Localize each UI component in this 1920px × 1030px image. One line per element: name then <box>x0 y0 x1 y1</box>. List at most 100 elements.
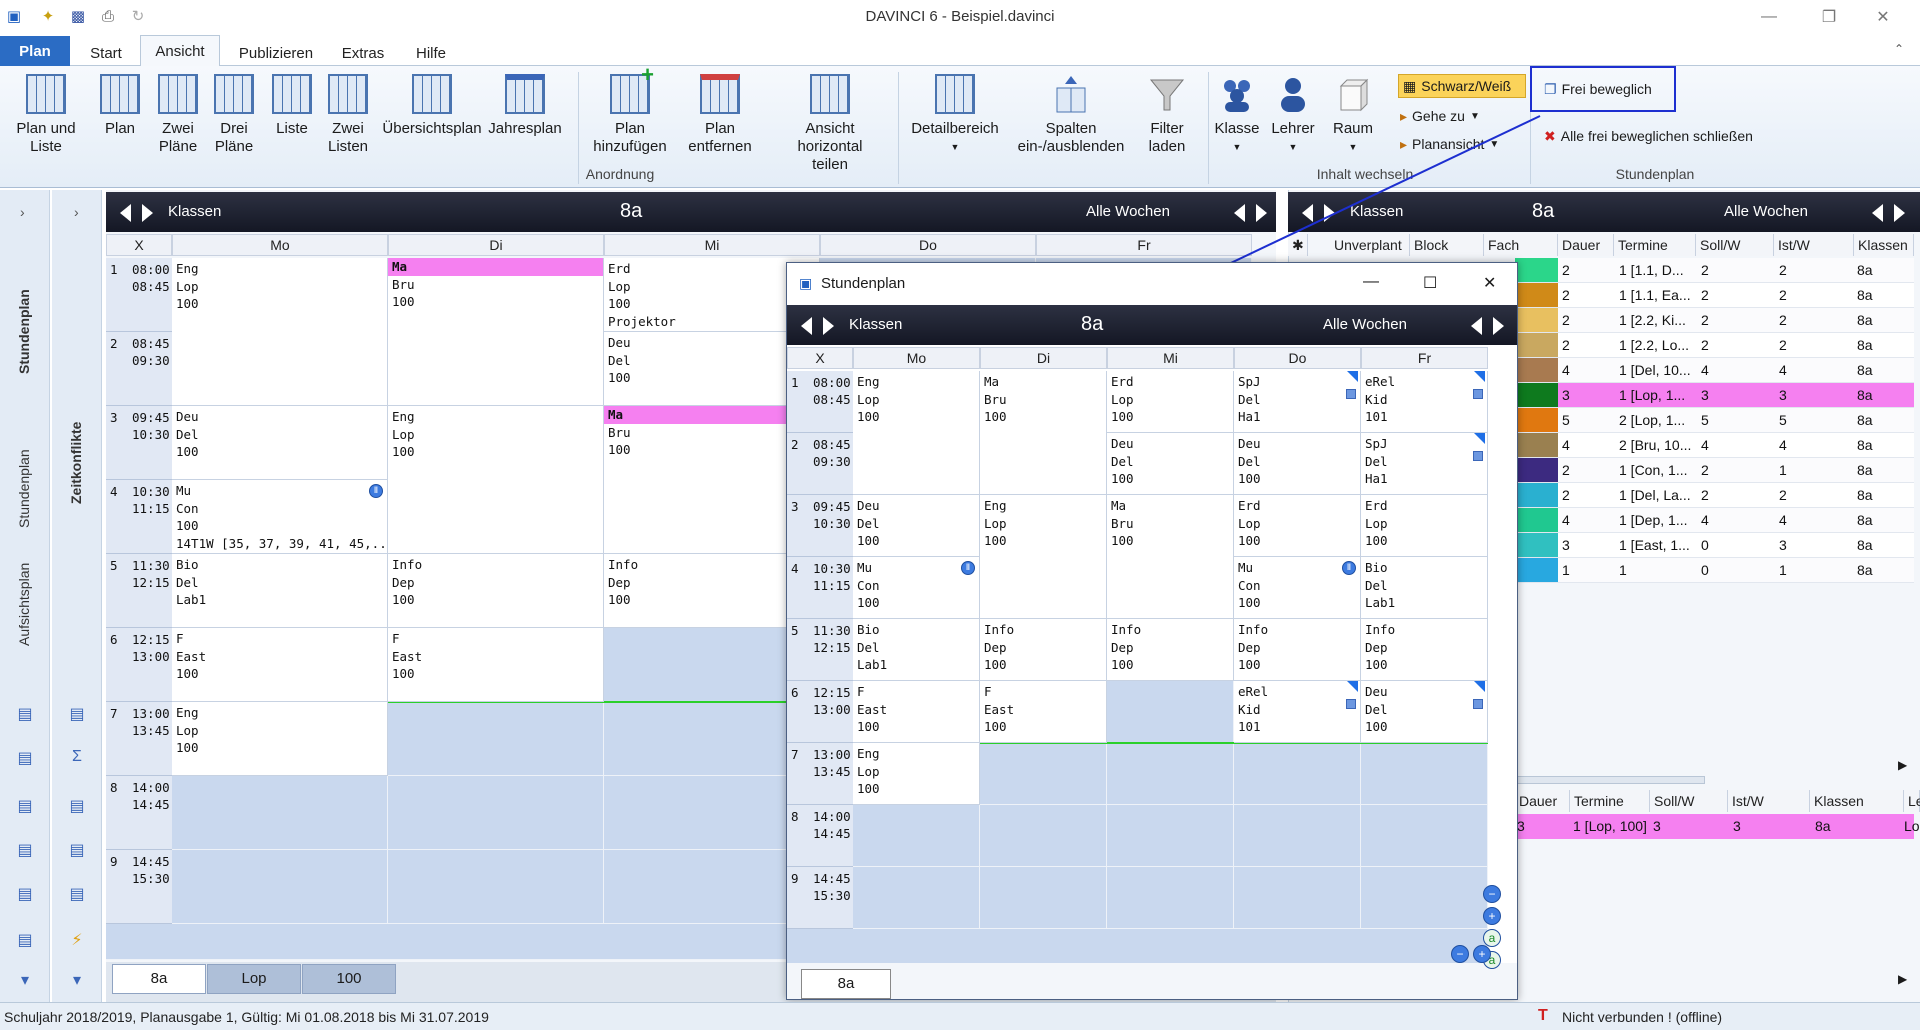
main-empty-cell[interactable] <box>388 702 604 776</box>
bottom-col-header[interactable]: Dauer <box>1515 790 1570 812</box>
table-row[interactable]: 2 1 [Del, La... 2 2 8a <box>1515 483 1914 508</box>
table-col-header[interactable]: Dauer <box>1558 234 1614 256</box>
main-empty-cell[interactable] <box>172 776 388 850</box>
main-empty-cell[interactable] <box>172 850 388 924</box>
float-empty-cell[interactable] <box>980 743 1107 805</box>
float-lesson-card[interactable]: Bio Del Lab1 <box>1361 557 1488 619</box>
info-badge-icon[interactable]: ǁ <box>961 561 975 575</box>
main-bottom-tab[interactable]: Lop <box>207 964 301 994</box>
table-row[interactable]: 3 1 [East, 1... 0 3 8a <box>1515 533 1914 558</box>
main-lesson-card[interactable]: Mu Con 100 14T1W [35, 37, 39, 41, 45,... ǁ <box>172 480 388 554</box>
float-bottom-tab[interactable]: 8a <box>801 969 891 999</box>
alle-frei-schliessen-button[interactable]: ✖ Alle frei beweglichen schließen <box>1544 124 1753 148</box>
close-button[interactable]: ✕ <box>1860 4 1906 30</box>
ribbon-button-6[interactable]: Übersichtsplan <box>382 74 482 138</box>
float-empty-cell[interactable] <box>1107 681 1234 743</box>
next-week-icon[interactable] <box>1894 204 1905 222</box>
float-lesson-card[interactable]: F East 100 <box>980 681 1107 743</box>
calendar-grid-icon[interactable]: ▤ <box>14 796 36 816</box>
float-lesson-card[interactable]: SpJ Del Ha1 <box>1234 371 1361 433</box>
lightning-icon[interactable]: ⚡ <box>66 930 88 950</box>
float-lesson-card[interactable]: SpJ Del Ha1 <box>1361 433 1488 495</box>
table-col-header[interactable]: Termine <box>1614 234 1696 256</box>
ribbon-button-2[interactable]: Zwei Pläne <box>156 74 200 156</box>
float-empty-cell[interactable] <box>853 805 980 867</box>
float-lesson-card[interactable]: Deu Del 100 <box>1234 433 1361 495</box>
float-weeks-label[interactable]: Alle Wochen <box>1323 316 1407 333</box>
schwarz-weiss-button[interactable]: ▦ Schwarz/Weiß <box>1398 74 1526 98</box>
main-lesson-card[interactable]: F East 100 <box>388 628 604 702</box>
zoom-in-icon[interactable]: + <box>1483 907 1501 925</box>
table-col-header[interactable]: Klassen <box>1854 234 1914 256</box>
info-badge-icon[interactable]: ǁ <box>369 484 383 498</box>
bottom-col-header[interactable]: Termine <box>1570 790 1650 812</box>
ribbon-button-10[interactable]: Ansicht horizontal teilen <box>778 74 882 174</box>
float-lesson-card[interactable]: Erd Lop 100 <box>1107 371 1234 433</box>
float-lesson-card[interactable]: Eng Lop 100 <box>980 495 1107 619</box>
float-empty-cell[interactable] <box>1361 743 1488 805</box>
ribbon-button-12[interactable]: Spalten ein-/ausblenden <box>1016 74 1126 156</box>
next-week-icon[interactable] <box>1493 317 1504 335</box>
ribbon-button-8[interactable]: + Plan hinzufügen <box>588 64 672 156</box>
float-close-button[interactable]: ✕ <box>1483 273 1496 293</box>
ribbon-button-4[interactable]: Liste <box>270 74 314 138</box>
ribbon-button-3[interactable]: Drei Pläne <box>212 74 256 156</box>
float-titlebar[interactable]: ▣ Stundenplan — ☐ ✕ <box>787 263 1517 305</box>
expand-arrow-icon[interactable]: › <box>20 204 25 220</box>
next-arrow-icon[interactable] <box>142 204 153 222</box>
table-row[interactable]: 1 1 0 1 8a <box>1515 558 1914 583</box>
prev-week-icon[interactable] <box>1471 317 1482 335</box>
float-lesson-card[interactable]: Deu Del 100 <box>853 495 980 557</box>
sidebar-stundenplan[interactable]: Stundenplan <box>16 289 32 374</box>
right-weeks-label[interactable]: Alle Wochen <box>1724 203 1808 220</box>
main-lesson-card[interactable]: F East 100 <box>172 628 388 702</box>
float-lesson-card[interactable]: eRel Kid 101 <box>1361 371 1488 433</box>
float-lesson-card[interactable]: Info Dep 100 <box>980 619 1107 681</box>
float-lesson-card[interactable]: Info Dep 100 <box>1361 619 1488 681</box>
zoom-out-icon[interactable]: − <box>1451 945 1469 963</box>
ribbon-button-1[interactable]: Plan <box>98 74 142 138</box>
bottom-col-header[interactable]: Le <box>1904 790 1920 812</box>
cube-icon[interactable]: ▤ <box>66 840 88 860</box>
main-bottom-tab[interactable]: 100 <box>302 964 396 994</box>
float-lesson-card[interactable]: Ma Bru 100 <box>980 371 1107 495</box>
main-lesson-card[interactable]: Eng Lop 100 <box>172 702 388 776</box>
sidebar-zeitkonflikte[interactable]: Zeitkonflikte <box>68 422 84 504</box>
bottom-col-header[interactable]: Ist/W <box>1728 790 1810 812</box>
tab-hilfe[interactable]: Hilfe <box>410 40 452 66</box>
bottom-col-header[interactable]: Klassen <box>1810 790 1904 812</box>
tab-extras[interactable]: Extras <box>340 40 386 66</box>
float-lesson-card[interactable]: Eng Lop 100 <box>853 371 980 495</box>
table-row[interactable]: 4 2 [Bru, 10... 4 4 8a <box>1515 433 1914 458</box>
main-bottom-tab[interactable]: 8a <box>112 964 206 994</box>
next-arrow-icon[interactable] <box>823 317 834 335</box>
main-empty-cell[interactable] <box>388 776 604 850</box>
float-lesson-card[interactable]: eRel Kid 101 <box>1234 681 1361 743</box>
table-row[interactable]: 2 1 [1.1, Ea... 2 2 8a <box>1515 283 1914 308</box>
float-empty-cell[interactable] <box>1234 743 1361 805</box>
float-lesson-card[interactable]: Erd Lop 100 <box>1361 495 1488 557</box>
table-col-header[interactable]: Ist/W <box>1774 234 1854 256</box>
table-col-header[interactable]: Soll/W <box>1696 234 1774 256</box>
main-lesson-card[interactable]: Bio Del Lab1 <box>172 554 388 628</box>
float-lesson-card[interactable]: Mu Con 100 ǁ <box>853 557 980 619</box>
calendar-week-icon[interactable]: ▤ <box>14 748 36 768</box>
float-lesson-card[interactable]: Erd Lop 100 <box>1234 495 1361 557</box>
more-icon[interactable]: ▾ <box>66 970 88 990</box>
float-lesson-card[interactable]: Info Dep 100 <box>1107 619 1234 681</box>
horizontal-scrollbar[interactable] <box>1515 776 1705 784</box>
tab-plan[interactable]: Plan <box>0 36 70 66</box>
zoom-in-icon[interactable]: + <box>1473 945 1491 963</box>
people-swap-icon[interactable]: ▤ <box>14 884 36 904</box>
sigma-icon[interactable]: Σ <box>66 748 88 768</box>
float-lesson-card[interactable]: Info Dep 100 <box>1234 619 1361 681</box>
sidebar-aufsichtsplan[interactable]: Aufsichtsplan <box>16 563 32 646</box>
table-row[interactable]: 2 1 [1.1, D... 2 2 8a <box>1515 258 1914 283</box>
table-row[interactable]: 2 1 [2.2, Lo... 2 2 8a <box>1515 333 1914 358</box>
float-lesson-card[interactable]: Eng Lop 100 <box>853 743 980 805</box>
table-row[interactable]: 4 1 [Del, 10... 4 4 8a <box>1515 358 1914 383</box>
scroll-right-icon[interactable]: ▶ <box>1898 758 1907 772</box>
more-icon[interactable]: ▾ <box>14 970 36 990</box>
tab-publizieren[interactable]: Publizieren <box>236 40 316 66</box>
prev-arrow-icon[interactable] <box>120 204 131 222</box>
